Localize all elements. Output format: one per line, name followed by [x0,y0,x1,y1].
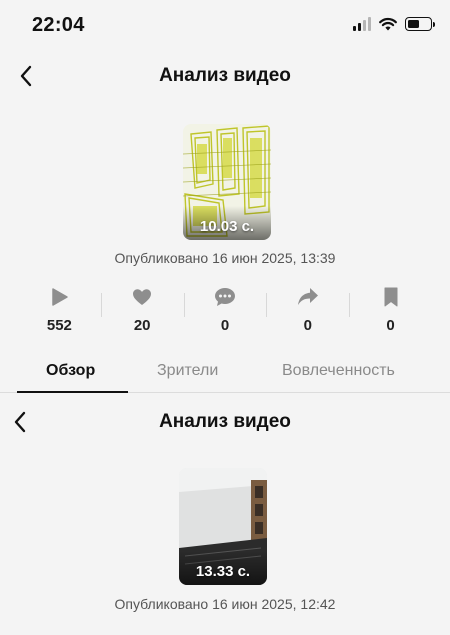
plays-count: 552 [46,317,72,334]
stat-likes: 20 [100,283,184,341]
stat-plays: 552 [18,283,101,341]
tab-bar: Обзор Зрители Вовлеченность [0,352,450,393]
video-thumbnail-secondary[interactable]: 13.33 с. [179,468,267,585]
tab-overview[interactable]: Обзор [46,362,95,380]
published-date-secondary: Опубликовано 16 июн 2025, 12:42 [114,596,336,612]
cellular-signal-icon [353,17,371,31]
nav-bar: Анализ видео [0,56,450,96]
likes-count: 20 [133,317,151,334]
video-duration: 10.03 с. [199,218,255,235]
video-duration-secondary: 13.33 с. [195,563,251,580]
stats-row: 552 20 0 0 0 [18,283,432,341]
published-date: Опубликовано 16 июн 2025, 13:39 [114,250,336,266]
page-title-secondary: Анализ видео [159,411,291,432]
status-bar: 22:04 [0,0,450,52]
stat-saves: 0 [349,283,432,341]
video-thumbnail[interactable]: 10.03 с. [183,124,271,240]
tab-viewers[interactable]: Зрители [157,362,218,380]
heart-icon [133,289,152,305]
bookmark-icon [384,287,398,307]
status-icons [353,17,435,31]
stat-shares: 0 [266,283,349,341]
stat-comments: 0 [183,283,267,341]
comment-bubble-icon [214,288,235,306]
play-icon [52,288,69,306]
shares-count: 0 [303,317,312,334]
share-arrow-icon [297,288,318,305]
active-tab-indicator [17,391,128,393]
tab-engagement[interactable]: Вовлеченность [282,362,395,380]
battery-icon [405,17,435,31]
status-time: 22:04 [32,14,85,36]
comments-count: 0 [220,317,230,334]
page-title: Анализ видео [159,65,291,86]
wifi-icon [379,18,397,31]
nav-bar-secondary: Анализ видео [0,402,450,442]
saves-count: 0 [386,317,395,334]
